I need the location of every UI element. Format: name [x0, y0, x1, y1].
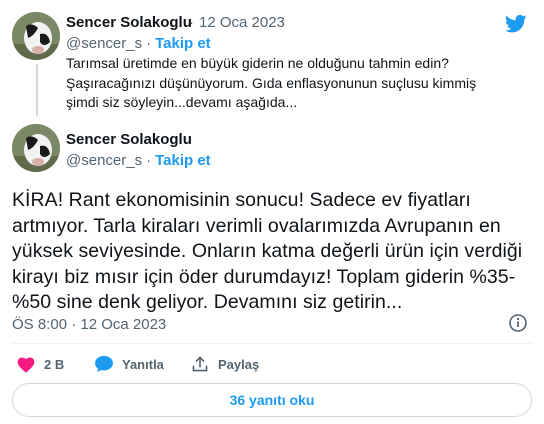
tweet-timestamp[interactable]: ÖS 8:00 · 12 Oca 2023 [12, 316, 166, 333]
heart-icon [17, 357, 35, 373]
parent-text-line: Tarımsal üretimde en büyük giderin ne ol… [66, 55, 449, 71]
main-text-line: %50 sine denk geliyor. Devamını siz geti… [12, 291, 403, 313]
main-author-name[interactable]: Sencer Solakoglu [66, 131, 192, 148]
parent-text-line: Şaşıracağınızı düşünüyorum. Gıda enflasy… [66, 74, 477, 91]
reply-label: Yanıtla [122, 356, 164, 372]
main-meta-line: @sencer_s · Takip et [66, 152, 211, 169]
main-text-line: kirayı biz mısır için öder durumdayız! T… [12, 265, 516, 288]
reply-bubble-icon [95, 355, 113, 373]
main-text-line: artmıyor. Tarla kiraları verimli ovaları… [12, 214, 501, 237]
main-handle-separator: · [146, 152, 152, 169]
read-replies-button[interactable]: 36 yanıtı oku [12, 383, 532, 417]
main-avatar[interactable] [12, 124, 60, 172]
main-text-line: KİRA! Rant ekonomisinin sonucu! Sadece e… [12, 189, 471, 211]
parent-avatar[interactable] [12, 12, 60, 60]
twitter-bird-icon[interactable] [505, 14, 527, 34]
parent-text-line: şimdi siz söyleyin...devamı aşağıda... [66, 94, 298, 110]
avatar-cow-image [12, 124, 60, 172]
parent-date[interactable]: 12 Oca 2023 [199, 14, 285, 31]
share-button[interactable]: Paylaş [190, 352, 259, 376]
info-icon[interactable] [508, 313, 528, 333]
parent-handle-separator: · [146, 35, 152, 52]
main-handle[interactable]: @sencer_s [66, 152, 142, 169]
parent-follow-button[interactable]: Takip et [155, 35, 211, 52]
main-follow-button[interactable]: Takip et [155, 152, 211, 169]
main-tweet-text: KİRA! Rant ekonomisinin sonucu! Sadece e… [12, 188, 532, 316]
like-button[interactable]: 2 B [16, 352, 64, 376]
parent-meta-line: @sencer_s · Takip et [66, 35, 211, 52]
parent-date-separator: · [189, 14, 194, 31]
reply-button[interactable]: Yanıtla [94, 352, 164, 376]
thread-connector-line [36, 64, 38, 116]
main-text-line: yüksek seviyesinde. Onların katma değerl… [12, 240, 523, 262]
actions-divider [12, 343, 532, 344]
parent-tweet-text: Tarımsal üretimde en büyük giderin ne ol… [66, 54, 506, 113]
share-icon [192, 356, 208, 372]
avatar-cow-image [12, 12, 60, 60]
parent-handle[interactable]: @sencer_s [66, 35, 142, 52]
like-count: 2 B [44, 356, 65, 372]
parent-author-name[interactable]: Sencer Solakoglu [66, 14, 192, 31]
share-label: Paylaş [218, 356, 260, 372]
